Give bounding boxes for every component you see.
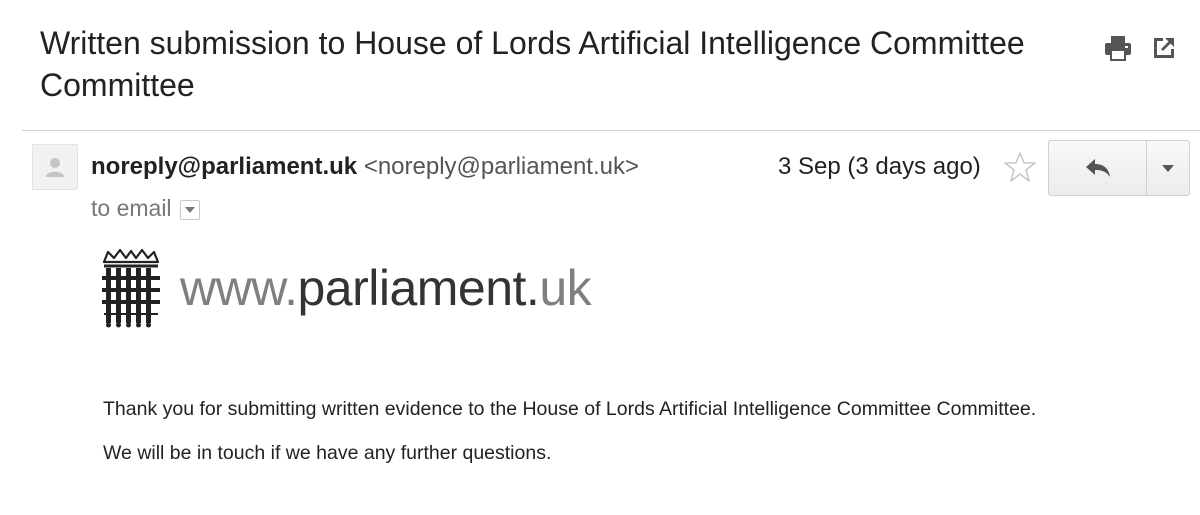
thread-actions xyxy=(1104,34,1178,62)
new-window-icon xyxy=(1154,38,1174,58)
body-paragraph: We will be in touch if we have any furth… xyxy=(103,442,552,464)
email-date: 3 Sep (3 days ago) xyxy=(778,153,981,180)
print-button[interactable] xyxy=(1104,34,1132,62)
header-divider xyxy=(22,130,1200,131)
recipient-details-button[interactable] xyxy=(179,199,200,220)
body-paragraph: Thank you for submitting written evidenc… xyxy=(103,398,1037,420)
avatar xyxy=(32,144,78,190)
email-subject: Written submission to House of Lords Art… xyxy=(40,25,1025,103)
chevron-down-icon xyxy=(184,206,195,213)
star-icon xyxy=(1004,152,1036,182)
recipient: to email xyxy=(91,193,200,223)
more-actions-button[interactable] xyxy=(1147,141,1189,195)
reply-button[interactable] xyxy=(1049,141,1147,195)
chevron-down-icon xyxy=(1162,164,1174,172)
portcullis-icon xyxy=(102,248,160,328)
person-icon xyxy=(46,158,64,177)
recipient-label: to email xyxy=(91,195,172,221)
parliament-logo: www.parliament.uk xyxy=(98,248,592,328)
star-button[interactable] xyxy=(1003,150,1037,184)
reply-icon xyxy=(1085,159,1110,177)
reply-button-group xyxy=(1048,140,1190,196)
sender: noreply@parliament.uk <noreply@parliamen… xyxy=(91,152,639,182)
sender-email: <noreply@parliament.uk> xyxy=(363,153,639,180)
logo-wordmark: www.parliament.uk xyxy=(180,260,592,316)
print-icon xyxy=(1105,36,1131,61)
email-body: Thank you for submitting written evidenc… xyxy=(103,396,1183,484)
new-window-button[interactable] xyxy=(1150,34,1178,62)
sender-name[interactable]: noreply@parliament.uk xyxy=(91,153,357,180)
